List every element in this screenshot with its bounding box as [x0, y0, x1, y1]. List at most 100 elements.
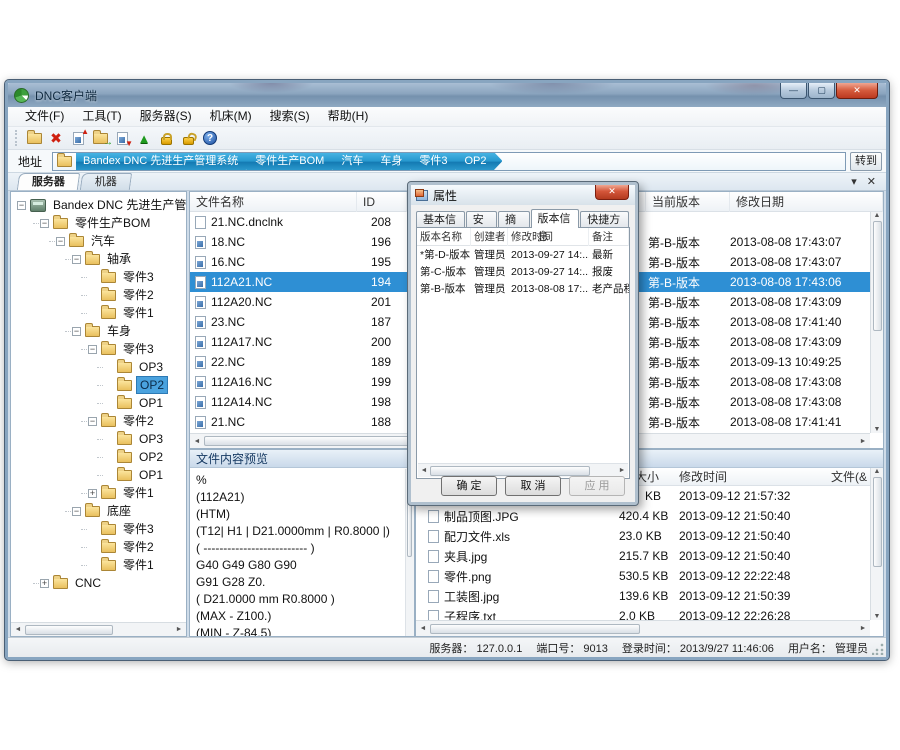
dialog-tab-快捷方式[interactable]: 快捷方式 [580, 211, 629, 228]
menu-item-f[interactable]: 文件(F) [16, 107, 73, 126]
toolbar-button-export-folder[interactable]: → [89, 128, 111, 148]
toolbar-button-send[interactable]: ▲ [133, 128, 155, 148]
menu-item-m[interactable]: 机床(M) [201, 107, 261, 126]
collapse-icon[interactable]: − [56, 237, 65, 246]
scroll-left-arrow[interactable]: ◄ [190, 438, 204, 445]
breadcrumb-segment[interactable]: Bandex DNC 先进生产管理系统 [76, 152, 254, 171]
tree-item-零件1[interactable]: −零件1 [11, 304, 186, 322]
menu-item-t[interactable]: 工具(T) [73, 107, 130, 126]
tab-机器[interactable]: 机器 [80, 173, 132, 190]
toolbar-button-open-folder[interactable] [23, 128, 45, 148]
column-header-name[interactable]: 文件名称 [190, 192, 357, 212]
dialog-tab-摘要[interactable]: 摘要 [498, 211, 529, 228]
dialog-tab-安全[interactable]: 安全 [466, 211, 497, 228]
attachment-row[interactable]: 夹具.jpg215.7 KB2013-09-12 21:50:40 [416, 546, 870, 566]
dialog-hscrollbar[interactable]: ◄ ► [418, 463, 628, 477]
scroll-up-arrow[interactable]: ▲ [874, 468, 881, 475]
scroll-thumb[interactable] [25, 625, 113, 635]
tree-item-零件3[interactable]: −零件3 [11, 340, 186, 358]
tab-服务器[interactable]: 服务器 [17, 173, 80, 190]
toolbar-button-unlock[interactable] [177, 128, 199, 148]
tree-item-CNC[interactable]: +CNC [11, 574, 186, 592]
toolbar-button-download-file[interactable]: ▼ [111, 128, 133, 148]
tree-item-轴承[interactable]: −轴承 [11, 250, 186, 268]
menu-item-s[interactable]: 服务器(S) [131, 107, 201, 126]
close-button[interactable]: ✕ [836, 83, 878, 99]
cancel-button[interactable]: 取 消 [505, 476, 561, 496]
tree-item-零件1[interactable]: −零件1 [11, 556, 186, 574]
scroll-thumb[interactable] [430, 466, 590, 476]
toolbar-button-lock[interactable] [155, 128, 177, 148]
tree-item-零件2[interactable]: −零件2 [11, 538, 186, 556]
version-row[interactable]: *第-D-版本管理员2013-09-27 14:...最新 [417, 246, 629, 263]
scroll-left-arrow[interactable]: ◄ [11, 626, 25, 633]
tree-item-OP3[interactable]: −OP3 [11, 358, 186, 376]
tree-item-OP2[interactable]: −OP2 [11, 376, 186, 394]
chevron-down-icon[interactable]: ▾ [851, 175, 857, 188]
tree-item-Bandex DNC 先进生产管理系统[interactable]: −Bandex DNC 先进生产管理系统 [11, 196, 186, 214]
tree-item-汽车[interactable]: −汽车 [11, 232, 186, 250]
attachment-row[interactable]: 制品顶图.JPG420.4 KB2013-09-12 21:50:40 [416, 506, 870, 526]
collapse-icon[interactable]: − [72, 327, 81, 336]
minimize-button[interactable]: — [780, 83, 807, 99]
scroll-thumb[interactable] [430, 624, 640, 634]
scroll-right-arrow[interactable]: ► [616, 467, 628, 474]
toolbar-button-help[interactable]: ? [199, 128, 221, 148]
column-header-time[interactable]: 修改时间 [679, 468, 811, 486]
attachment-row[interactable]: 配刀文件.xls23.0 KB2013-09-12 21:50:40 [416, 526, 870, 546]
collapse-icon[interactable]: − [88, 345, 97, 354]
version-column-备注[interactable]: 备注 [589, 228, 629, 246]
go-button[interactable]: 转到 [850, 152, 882, 171]
ok-button[interactable]: 确 定 [441, 476, 497, 496]
tree-item-零件2[interactable]: −零件2 [11, 286, 186, 304]
tree-item-OP3[interactable]: −OP3 [11, 430, 186, 448]
tree-item-OP1[interactable]: −OP1 [11, 466, 186, 484]
scroll-left-arrow[interactable]: ◄ [418, 467, 430, 474]
tree-item-车身[interactable]: −车身 [11, 322, 186, 340]
scroll-up-arrow[interactable]: ▲ [874, 212, 881, 219]
version-row[interactable]: 第-B-版本管理员2013-08-08 17:...老产品程序 [417, 280, 629, 297]
dialog-tab-基本信息[interactable]: 基本信息 [416, 211, 465, 228]
scroll-right-arrow[interactable]: ► [856, 438, 870, 445]
tree-item-零件3[interactable]: −零件3 [11, 520, 186, 538]
resize-grip[interactable] [872, 643, 884, 655]
tree-item-底座[interactable]: −底座 [11, 502, 186, 520]
collapse-icon[interactable]: − [72, 255, 81, 264]
menu-item-s[interactable]: 搜索(S) [261, 107, 319, 126]
column-header-id[interactable]: ID [357, 192, 407, 212]
attachment-row[interactable]: 子程序.txt2.0 KB2013-09-12 22:26:28 [416, 606, 870, 620]
dialog-close-button[interactable]: ✕ [595, 185, 629, 200]
attachments-vscrollbar[interactable]: ▲ ▼ [870, 468, 883, 620]
toolbar-button-delete[interactable]: ✖ [45, 128, 67, 148]
close-panel-icon[interactable]: ✕ [867, 175, 876, 188]
tree-item-零件1[interactable]: +零件1 [11, 484, 186, 502]
menu-item-h[interactable]: 帮助(H) [319, 107, 378, 126]
expand-icon[interactable]: + [88, 489, 97, 498]
breadcrumb-segment[interactable]: 零件生产BOM [246, 152, 340, 171]
column-header-modified[interactable]: 修改日期 [730, 192, 883, 212]
version-row[interactable]: 第-C-版本管理员2013-09-27 14:...报废 [417, 263, 629, 280]
scroll-right-arrow[interactable]: ► [856, 625, 870, 632]
scroll-thumb[interactable] [873, 477, 882, 567]
scroll-down-arrow[interactable]: ▼ [874, 613, 881, 620]
scroll-down-arrow[interactable]: ▼ [874, 426, 881, 433]
expand-icon[interactable]: + [40, 579, 49, 588]
collapse-icon[interactable]: − [40, 219, 49, 228]
attachment-row[interactable]: 零件.png530.5 KB2013-09-12 22:22:48 [416, 566, 870, 586]
toolbar-button-upload-file[interactable]: ▲ [67, 128, 89, 148]
attachments-hscrollbar[interactable]: ◄ ► [416, 620, 870, 636]
tree-item-OP1[interactable]: −OP1 [11, 394, 186, 412]
scroll-thumb[interactable] [873, 221, 882, 331]
scroll-left-arrow[interactable]: ◄ [416, 625, 430, 632]
tree-item-零件3[interactable]: −零件3 [11, 268, 186, 286]
tree-item-OP2[interactable]: −OP2 [11, 448, 186, 466]
attachment-row[interactable]: 工装图.jpg139.6 KB2013-09-12 21:50:39 [416, 586, 870, 606]
version-column-创建者[interactable]: 创建者 [471, 228, 508, 246]
tree-item-零件生产BOM[interactable]: −零件生产BOM [11, 214, 186, 232]
maximize-button[interactable]: ▢ [808, 83, 835, 99]
scroll-right-arrow[interactable]: ► [172, 626, 186, 633]
tree-item-零件2[interactable]: −零件2 [11, 412, 186, 430]
version-column-版本名称[interactable]: 版本名称 [417, 228, 471, 246]
collapse-icon[interactable]: − [72, 507, 81, 516]
version-column-修改时间[interactable]: 修改时间 [508, 228, 589, 246]
